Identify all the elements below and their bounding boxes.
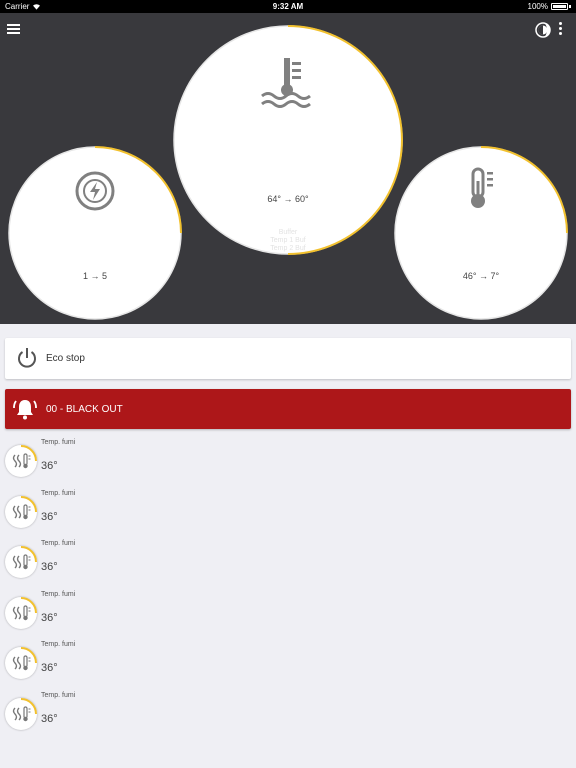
list-item-label: Temp. fumi xyxy=(41,691,76,699)
gauge-faint-line-1: Buffer xyxy=(278,229,298,236)
gauge-faint-line-2: Temp 1 Buf xyxy=(270,237,306,244)
gauge-power-value: 1 → 5 xyxy=(82,271,107,281)
eco-stop-button[interactable]: Eco stop xyxy=(5,338,571,379)
theme-toggle-icon[interactable] xyxy=(535,22,551,38)
status-bar: Carrier 9:32 AM 100% xyxy=(0,0,576,13)
list-item-label: Temp. fumi xyxy=(41,590,76,598)
thermometer-icon xyxy=(471,167,493,208)
gauge-power[interactable]: 1 → 5 xyxy=(8,146,182,320)
list-item-value: 36° xyxy=(41,561,58,574)
gauge-temperature[interactable]: 46° → 7° xyxy=(394,146,568,320)
list-item-value: 36° xyxy=(41,662,58,675)
list-item-label: Temp. fumi xyxy=(41,439,76,446)
sensor-list: Temp. fumi 36° Temp. fumi 36° Temp. fumi 36° T… xyxy=(0,437,576,741)
clock: 9:32 AM xyxy=(272,2,304,11)
list-item[interactable]: Temp. fumi 36° xyxy=(0,538,576,589)
battery-percent: 100% xyxy=(527,2,548,11)
list-item-value: 36° xyxy=(41,460,58,472)
smoke-temperature-icon xyxy=(5,495,37,528)
list-item-label: Temp. fumi xyxy=(41,489,76,497)
list-item-value: 36° xyxy=(41,712,58,725)
gauge-temperature-value: 46° → 7° xyxy=(462,271,500,281)
alarm-banner[interactable]: 00 - BLACK OUT xyxy=(5,389,571,429)
gauge-faint-line-3: Temp 2 Buf xyxy=(270,245,306,252)
list-item[interactable]: Temp. fumi 36° xyxy=(0,690,576,741)
list-item-value: 36° xyxy=(41,510,58,523)
battery-icon xyxy=(551,3,568,10)
list-item-label: Temp. fumi xyxy=(41,641,76,649)
power-gauge-icon xyxy=(75,171,115,211)
smoke-temperature-icon xyxy=(5,596,37,629)
gauge-water-temperature-value: 64° → 60° xyxy=(267,194,309,204)
eco-stop-label: Eco stop xyxy=(46,353,85,364)
list-item[interactable]: Temp. fumi 36° xyxy=(0,437,576,488)
list-item[interactable]: Temp. fumi 36° xyxy=(0,639,576,690)
smoke-temperature-icon xyxy=(5,445,37,477)
list-item-value: 36° xyxy=(41,611,58,624)
list-item[interactable]: Temp. fumi 36° xyxy=(0,488,576,539)
smoke-temperature-icon xyxy=(5,647,37,680)
power-icon xyxy=(18,348,36,368)
smoke-temperature-icon xyxy=(5,697,37,730)
bell-alarm-icon xyxy=(13,400,37,420)
hamburger-menu-icon[interactable] xyxy=(7,24,20,36)
smoke-temperature-icon xyxy=(5,546,37,579)
more-options-icon[interactable] xyxy=(556,22,564,38)
water-temperature-icon xyxy=(261,58,311,108)
gauge-water-temperature[interactable]: 64° → 60° Buffer Temp 1 Buf Temp 2 Buf xyxy=(173,25,403,255)
alarm-label: 00 - BLACK OUT xyxy=(46,404,123,415)
list-item[interactable]: Temp. fumi 36° xyxy=(0,589,576,640)
list-item-label: Temp. fumi xyxy=(41,540,76,548)
